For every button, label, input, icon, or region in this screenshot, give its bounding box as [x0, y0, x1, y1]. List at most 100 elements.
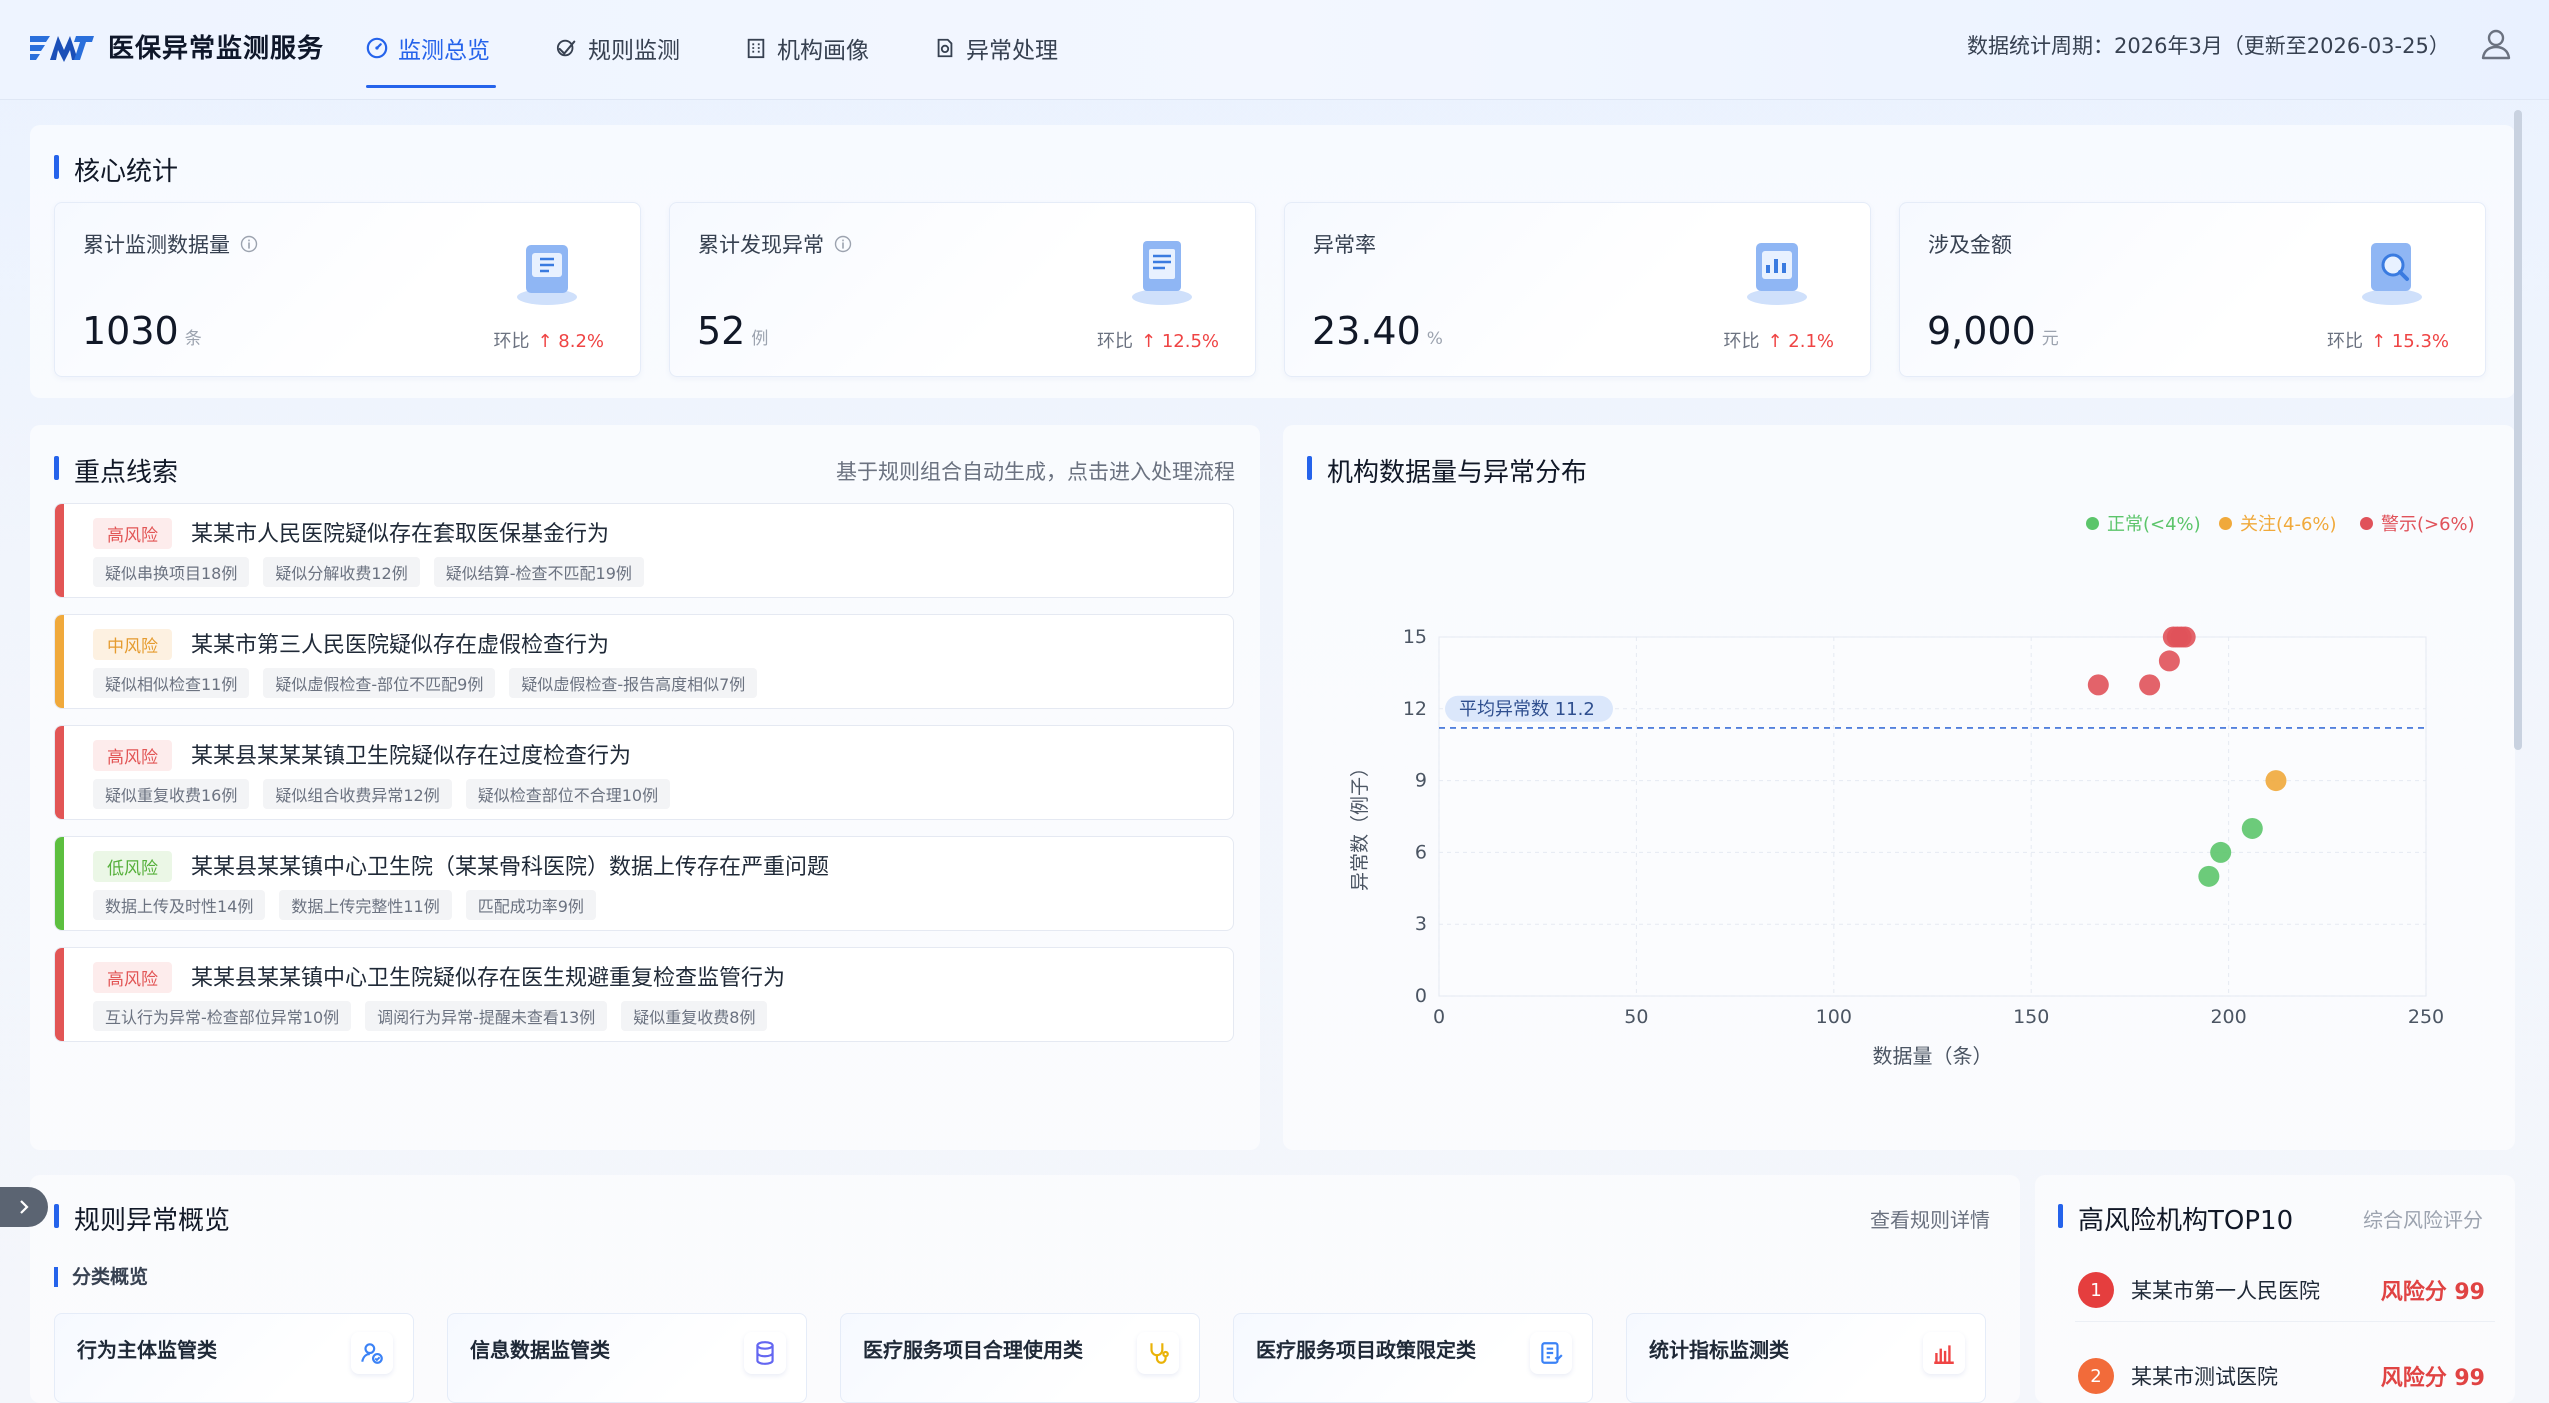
- y-tick-label: 12: [1403, 698, 1427, 720]
- legend-dot: [2360, 516, 2373, 530]
- report-illustration-icon: [1747, 243, 1807, 305]
- stat-card-amount: 涉及金额 9,000 元 环比 ↑ 15.3%: [1899, 202, 2486, 377]
- clue-tag: 互认行为异常-检查部位异常10例: [93, 1001, 352, 1031]
- category-card-subject[interactable]: 行为主体监管类: [54, 1313, 414, 1403]
- nav-institution-profile[interactable]: 机构画像: [745, 28, 869, 68]
- stat-card-anomaly-rate: 异常率 23.40% 环比 ↑ 2.1%: [1284, 202, 1871, 377]
- plot-area: [1438, 636, 2427, 997]
- clue-tag: 疑似相似检查11例: [93, 668, 250, 698]
- clue-tag: 疑似重复收费8例: [621, 1001, 768, 1031]
- top-header: 医保异常监测服务 监测总览 规则监测 机构画像 异常处理 数据统计周期：2026…: [0, 0, 2549, 100]
- scatter-point: [2174, 626, 2196, 648]
- chevron-right-icon: [20, 1200, 29, 1214]
- clue-tag: 疑似虚假检查-报告高度相似7例: [509, 668, 758, 698]
- statistics-period: 数据统计周期：2026年3月（更新至2026-03-25）: [1967, 34, 2450, 58]
- stat-value: 23.40: [1312, 309, 1421, 353]
- clue-title: 某某县某某镇中心卫生院（某某骨科医院）数据上传存在严重问题: [191, 855, 830, 880]
- risk-badge: 高风险: [93, 962, 172, 993]
- legend-normal[interactable]: 正常(<4%): [2086, 510, 2201, 536]
- rank-score: 风险分 99: [2380, 1366, 2485, 1391]
- scatter-point: [2265, 770, 2287, 792]
- rank-institution-name: 某某市测试医院: [2131, 1365, 2278, 1389]
- user-avatar-icon[interactable]: [2478, 26, 2514, 62]
- database-icon: [756, 1341, 774, 1365]
- clue-tag: 数据上传完整性11例: [279, 890, 452, 920]
- clue-tag: 疑似虚假检查-部位不匹配9例: [263, 668, 496, 698]
- scatter-point: [2210, 841, 2232, 863]
- scatter-point: [2158, 650, 2180, 672]
- category-card-policy-limit[interactable]: 医疗服务项目政策限定类: [1233, 1313, 1593, 1403]
- clue-tag: 疑似串换项目18例: [93, 557, 250, 587]
- info-icon[interactable]: [834, 235, 852, 253]
- core-stats-title: 核心统计: [54, 151, 178, 188]
- user-check-icon: [361, 1343, 383, 1364]
- nav-label: 异常处理: [966, 38, 1058, 64]
- nav-label: 机构画像: [777, 38, 869, 64]
- category-card-service-usage[interactable]: 医疗服务项目合理使用类: [840, 1313, 1200, 1403]
- x-tick-label: 200: [2210, 1006, 2246, 1028]
- rules-title: 规则异常概览: [54, 1200, 230, 1237]
- clue-tag: 匹配成功率9例: [465, 890, 596, 920]
- y-tick-label: 6: [1415, 841, 1427, 863]
- change-label: 环比: [1723, 331, 1760, 352]
- stat-unit: 条: [184, 329, 202, 349]
- rank-row[interactable]: 1 某某市第一人民医院 风险分 99: [2075, 1262, 2495, 1322]
- top10-subtitle: 综合风险评分: [2363, 1208, 2483, 1232]
- nav-exception-handling[interactable]: 异常处理: [934, 28, 1058, 68]
- page-scrollbar[interactable]: [2514, 110, 2522, 750]
- stat-value: 1030: [82, 309, 179, 353]
- legend-dot: [2219, 516, 2232, 530]
- nav-rule-monitor[interactable]: 规则监测: [556, 28, 680, 68]
- risk-badge: 中风险: [93, 629, 172, 660]
- info-icon[interactable]: [240, 235, 258, 253]
- change-value: 15.3%: [2391, 331, 2449, 352]
- document-check-icon: [937, 38, 953, 58]
- rule-details-link[interactable]: 查看规则详情: [1870, 1204, 1990, 1233]
- sidebar-expand-button[interactable]: [0, 1187, 48, 1227]
- change-value: 8.2%: [558, 331, 604, 352]
- x-tick-label: 250: [2408, 1006, 2444, 1028]
- arrow-up-icon: ↑: [2371, 331, 2392, 352]
- rank-institution-name: 某某市第一人民医院: [2131, 1279, 2320, 1303]
- bar-chart-icon: [1934, 1345, 1954, 1364]
- y-tick-label: 9: [1415, 770, 1427, 792]
- search-document-illustration-icon: [2362, 243, 2422, 305]
- clue-item[interactable]: 低风险 某某县某某镇中心卫生院（某某骨科医院）数据上传存在严重问题 数据上传及时…: [54, 836, 1234, 931]
- rank-row[interactable]: 2 某某市测试医院 风险分 99: [2075, 1348, 2495, 1403]
- clue-item[interactable]: 中风险 某某市第三人民医院疑似存在虚假检查行为 疑似相似检查11例 疑似虚假检查…: [54, 614, 1234, 709]
- top10-title: 高风险机构TOP10: [2058, 1200, 2293, 1237]
- y-axis-label: 异常数（例子）: [1349, 758, 1371, 891]
- x-tick-label: 0: [1433, 1006, 1445, 1028]
- risk-badge: 高风险: [93, 518, 172, 549]
- risk-badge: 低风险: [93, 851, 172, 882]
- scatter-point: [2139, 674, 2161, 696]
- clue-title: 某某县某某镇中心卫生院疑似存在医生规避重复检查监管行为: [191, 966, 786, 991]
- legend-label: 关注(4-6%): [2240, 514, 2337, 535]
- risk-bar: [55, 615, 64, 708]
- legend-warning[interactable]: 警示(>6%): [2360, 510, 2475, 536]
- dashboard-icon: [366, 37, 388, 59]
- stat-label: 异常率: [1313, 233, 1376, 257]
- scatter-chart: 0 50 100 150 200 250 0 3 6 9 12 15 平均异常数 11.2 数据量（条） 异…: [1349, 626, 2444, 1068]
- change-label: 环比: [1097, 331, 1133, 352]
- scatter-point: [2198, 865, 2220, 887]
- clue-item[interactable]: 高风险 某某市人民医院疑似存在套取医保基金行为 疑似串换项目18例 疑似分解收费…: [54, 503, 1234, 598]
- category-card-statistics[interactable]: 统计指标监测类: [1626, 1313, 1986, 1403]
- risk-badge: 高风险: [93, 740, 172, 771]
- clue-item[interactable]: 高风险 某某县某某某镇卫生院疑似存在过度检查行为 疑似重复收费16例 疑似组合收…: [54, 725, 1234, 820]
- clue-item[interactable]: 高风险 某某县某某镇中心卫生院疑似存在医生规避重复检查监管行为 互认行为异常-检…: [54, 947, 1234, 1042]
- legend-attention[interactable]: 关注(4-6%): [2219, 510, 2337, 536]
- category-label: 统计指标监测类: [1649, 1338, 1789, 1362]
- stat-card-monitor-volume: 累计监测数据量 1030 条 环比 ↑ 8.2%: [54, 202, 641, 377]
- category-label: 行为主体监管类: [77, 1338, 217, 1362]
- rank-badge: 2: [2078, 1358, 2114, 1394]
- category-overview-subtitle: 分类概览: [54, 1267, 148, 1287]
- clue-tag: 数据上传及时性14例: [93, 890, 266, 920]
- stat-unit: %: [1426, 329, 1443, 349]
- nav-monitor-overview[interactable]: 监测总览: [366, 28, 490, 68]
- nav-label: 规则监测: [588, 38, 680, 64]
- category-card-info-data[interactable]: 信息数据监管类: [447, 1313, 807, 1403]
- arrow-up-icon: ↑: [537, 331, 559, 352]
- change-value: 2.1%: [1788, 331, 1834, 352]
- x-tick-label: 150: [2013, 1006, 2049, 1028]
